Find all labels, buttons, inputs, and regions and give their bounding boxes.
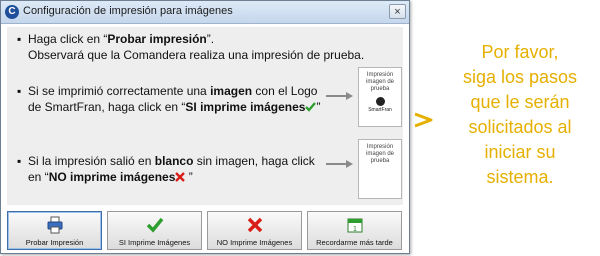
no-prints-images-button[interactable]: NO Imprime Imágenes bbox=[207, 211, 302, 250]
step3-line1-post: sin imagen, haga click bbox=[193, 154, 315, 168]
step2-line1-pre: Si se imprimió correctamente una bbox=[28, 84, 211, 98]
instruction-step-2: ▪ Si se imprimió correctamente una imagen… bbox=[17, 83, 320, 115]
close-button[interactable]: × bbox=[389, 4, 406, 19]
step3-line2-bold: NO imprime imágenes bbox=[48, 170, 176, 184]
calendar-icon: 1 bbox=[347, 218, 362, 233]
yes-prints-images-button[interactable]: SI Imprime Imágenes bbox=[107, 211, 202, 250]
step1-line1-bold: Probar impresión bbox=[107, 32, 207, 46]
instruction-step-3: ▪ Si la impresión salió en blanco sin ima… bbox=[17, 153, 315, 185]
step2-line1-post: con el Logo bbox=[252, 84, 318, 98]
step1-line1-pre: Haga click en “ bbox=[28, 32, 108, 46]
thumb-line: prueba bbox=[370, 86, 390, 92]
x-icon bbox=[175, 172, 186, 182]
test-print-thumbnail-blank: Impresión imagen de prueba bbox=[358, 139, 402, 199]
title-bar: C Configuración de impresión para imágen… bbox=[1, 1, 409, 24]
step3-line1-bold: blanco bbox=[154, 154, 194, 168]
side-message-line: que le serán bbox=[470, 92, 570, 112]
instruction-step-1: ▪ Haga click en “Probar impresión”. Obser… bbox=[17, 31, 364, 63]
side-message-line: iniciar su bbox=[484, 142, 556, 162]
side-message-line: Por favor, bbox=[481, 42, 559, 62]
check-icon bbox=[146, 217, 163, 233]
smartfran-logo-icon bbox=[375, 97, 385, 106]
smartfran-logo-text: SmartFran bbox=[368, 107, 392, 113]
x-icon bbox=[247, 217, 262, 233]
test-print-label: Probar Impresión bbox=[25, 238, 84, 247]
pointer-arrow-icon bbox=[414, 112, 433, 128]
thumb-line: imagen de bbox=[365, 151, 395, 157]
step1-line1-post: ”. bbox=[206, 32, 215, 46]
check-icon bbox=[305, 102, 317, 112]
no-prints-images-label: NO Imprime Imágenes bbox=[216, 238, 293, 247]
arrow-right-icon bbox=[326, 92, 353, 100]
step1-line2: Observará que la Comandera realiza una i… bbox=[28, 48, 365, 62]
side-message-line: siga los pasos bbox=[462, 67, 578, 87]
side-message-line: sistema. bbox=[486, 167, 554, 187]
step2-line2-pre: de SmartFran, haga click en “ bbox=[28, 100, 186, 114]
button-bar: Probar Impresión SI Imprime Imágenes NO … bbox=[7, 211, 403, 251]
bullet-dot: ▪ bbox=[17, 154, 22, 168]
yes-prints-images-label: SI Imprime Imágenes bbox=[118, 238, 191, 247]
step2-line2-bold: SI imprime imágenes bbox=[185, 100, 306, 114]
thumb-line: Impresión bbox=[366, 144, 394, 150]
config-dialog: C Configuración de impresión para imágen… bbox=[0, 0, 410, 254]
remind-later-label: Recordarme más tarde bbox=[316, 238, 393, 247]
test-print-thumbnail-with-logo: Impresión imagen de prueba SmartFran bbox=[358, 67, 402, 127]
thumb-line: prueba bbox=[370, 158, 390, 164]
step2-line2-post: ” bbox=[316, 100, 321, 114]
step2-line1-bold: imagen bbox=[210, 84, 253, 98]
thumb-line: Impresión bbox=[366, 72, 394, 78]
printer-icon bbox=[47, 216, 62, 234]
side-message: Por favor, siga los pasos que le serán s… bbox=[445, 40, 595, 190]
bullet-dot: ▪ bbox=[17, 32, 22, 46]
bullet-dot: ▪ bbox=[17, 84, 22, 98]
app-icon: C bbox=[5, 5, 19, 19]
remind-later-button[interactable]: 1 Recordarme más tarde bbox=[307, 211, 402, 250]
arrow-right-icon bbox=[326, 160, 353, 168]
step3-line2-pre: en “ bbox=[28, 170, 49, 184]
test-print-button[interactable]: Probar Impresión bbox=[7, 211, 102, 250]
instructions-panel: ▪ Haga click en “Probar impresión”. Obser… bbox=[7, 27, 403, 205]
step3-line2-post: ” bbox=[185, 170, 193, 184]
window-title: Configuración de impresión para imágenes bbox=[23, 5, 233, 17]
step3-line1-pre: Si la impresión salió en bbox=[28, 154, 155, 168]
svg-text:1: 1 bbox=[353, 226, 357, 233]
side-message-line: solicitados al bbox=[468, 117, 572, 137]
thumb-line: imagen de bbox=[365, 79, 395, 85]
